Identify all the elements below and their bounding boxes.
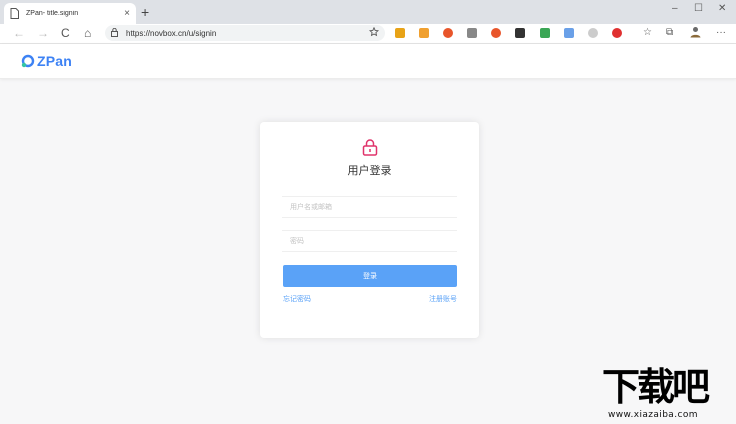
app-header: ZPan [0,44,736,79]
register-link[interactable]: 注册账号 [429,294,457,304]
close-window-button[interactable]: ✕ [718,3,726,15]
url-text: https://novbox.cn/u/signin [126,28,217,38]
tab-title: ZPan- title.signin [26,10,79,17]
forward-button[interactable]: → [37,25,49,41]
login-title: 用户登录 [347,165,392,177]
more-icon[interactable]: ··· [716,26,726,40]
padlock-icon [362,139,378,156]
extension-icon[interactable] [467,28,477,38]
password-input[interactable] [282,230,457,252]
username-input[interactable] [282,196,457,218]
address-bar[interactable]: https://novbox.cn/u/signin [105,25,385,41]
login-button[interactable]: 登录 [283,265,457,287]
login-card: 用户登录 登录 忘记密码 注册账号 [260,122,479,338]
page-icon [10,8,20,20]
back-button[interactable]: ← [13,25,25,41]
browser-tab[interactable]: ZPan- title.signin × [4,3,136,24]
home-button[interactable]: ⌂ [84,25,91,41]
extension-icon[interactable] [491,28,501,38]
tab-close-icon[interactable]: × [124,8,130,19]
profile-avatar[interactable] [690,26,701,43]
extension-icon[interactable] [564,28,574,38]
app-logo[interactable]: ZPan [21,53,72,69]
extension-icon[interactable] [515,28,525,38]
logo-icon [21,54,35,68]
minimize-button[interactable]: – [672,3,678,15]
add-favorite-icon[interactable] [368,24,380,42]
favorites-icon[interactable]: ☆ [643,26,652,40]
extension-icon[interactable] [612,28,622,38]
extension-icon[interactable] [419,28,429,38]
lock-icon [111,24,118,42]
extension-icon[interactable] [443,28,453,38]
extension-icon[interactable] [588,28,598,38]
browser-tab-bar: ZPan- title.signin × + – ☐ ✕ [0,0,736,24]
new-tab-button[interactable]: + [141,4,149,20]
watermark-url: www.xiazaiba.com [608,410,698,420]
reload-button[interactable]: C [61,25,70,41]
forgot-password-link[interactable]: 忘记密码 [283,294,311,304]
watermark-logo: 下载吧 www.xiazaiba.com [600,367,736,424]
maximize-button[interactable]: ☐ [694,3,703,15]
collections-icon[interactable]: ⧉ [666,26,673,40]
extension-icon[interactable] [540,28,550,38]
logo-text: ZPan [37,53,73,69]
browser-toolbar: ← → C ⌂ https://novbox.cn/u/signin ☆ ⧉ ·… [0,24,736,44]
extension-icon[interactable] [395,28,405,38]
watermark-title: 下载吧 [602,367,710,409]
